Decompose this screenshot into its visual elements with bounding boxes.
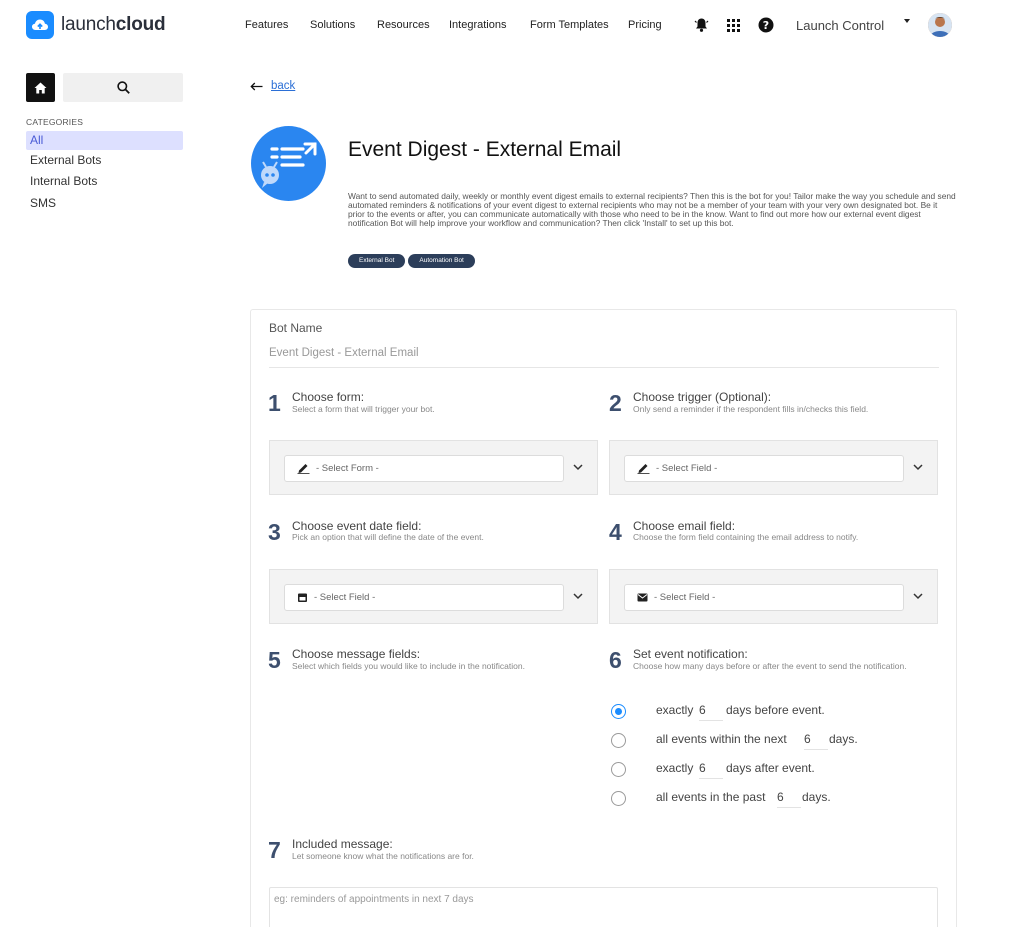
select-form-value: - Select Form - [316,463,379,474]
step-number: 6 [609,647,622,673]
step-number: 3 [268,519,281,545]
chevron-down-icon[interactable] [573,592,583,600]
option-prefix: all events within the next [656,732,787,746]
step-subtitle: Let someone know what the notifications … [292,851,474,861]
bot-description: Want to send automated daily, weekly or … [348,191,956,229]
step-title: Included message: [292,837,393,851]
notify-option-after[interactable]: exactly 6 days after event. [611,760,815,779]
nav-resources[interactable]: Resources [377,19,430,31]
select-email-dropdown[interactable]: - Select Field - [624,584,904,611]
chevron-down-icon[interactable] [904,19,910,23]
select-trigger-dropdown[interactable]: - Select Field - [624,455,904,482]
arrow-left-icon [250,82,263,90]
chevron-down-icon[interactable] [913,463,923,471]
pencil-icon [297,464,310,474]
option-prefix: exactly [656,761,694,775]
apps-grid-icon[interactable] [724,16,742,34]
sidebar-item-external-bots[interactable]: External Bots [26,151,183,170]
step-title: Choose message fields: [292,647,421,661]
choose-trigger-panel: - Select Field - [609,440,938,495]
choose-form-panel: - Select Form - [269,440,598,495]
days-input[interactable]: 6 [777,790,801,808]
days-input[interactable]: 6 [804,732,828,750]
home-icon [34,82,47,93]
email-field-panel: - Select Field - [609,569,938,624]
top-navbar: launchcloud Features Solutions Resources… [0,0,1024,52]
radio-button[interactable] [611,761,626,777]
radio-button[interactable] [611,703,626,719]
select-event-date-dropdown[interactable]: - Select Field - [284,584,564,611]
days-input[interactable]: 6 [699,761,723,779]
option-prefix: exactly [656,703,694,717]
days-input[interactable]: 6 [699,703,723,721]
notify-option-past[interactable]: all events in the past 6 days. [611,789,831,808]
step-number: 7 [268,837,281,863]
step-subtitle: Select a form that will trigger your bot… [292,404,435,414]
option-suffix: days before event. [726,703,825,717]
option-suffix: days. [829,732,858,746]
back-link[interactable]: back [250,80,295,92]
included-message-textarea[interactable]: eg: reminders of appointments in next 7 … [269,887,938,927]
option-suffix: days after event. [726,761,815,775]
sidebar-item-all[interactable]: All [26,131,183,150]
calendar-icon [298,593,307,602]
sidebar-item-sms[interactable]: SMS [26,194,183,213]
home-button[interactable] [26,73,55,102]
tag-automation-bot[interactable]: Automation Bot [408,254,475,268]
sidebar-item-internal-bots[interactable]: Internal Bots [26,172,183,191]
brand-name: launchcloud [61,14,166,35]
svg-text:?: ? [763,19,769,32]
step-number: 2 [609,390,622,416]
select-trigger-value: - Select Field - [656,463,718,474]
tag-external-bot[interactable]: External Bot [348,254,406,268]
step-title: Choose email field: [633,519,736,533]
step-number: 1 [268,390,281,416]
option-prefix: all events in the past [656,790,766,804]
step-subtitle: Pick an option that will define the date… [292,532,484,542]
step-number: 4 [609,519,622,545]
bot-name-label: Bot Name [269,321,323,335]
option-suffix: days. [802,790,831,804]
bot-name-input[interactable]: Event Digest - External Email [269,347,939,368]
step-subtitle: Select which fields you would like to in… [292,661,525,671]
nav-solutions[interactable]: Solutions [310,19,355,31]
envelope-icon [637,593,648,602]
nav-integrations[interactable]: Integrations [449,19,506,31]
avatar[interactable] [928,13,952,37]
pencil-icon [637,464,650,474]
notify-option-within-next[interactable]: all events within the next 6 days. [611,731,858,750]
radio-button[interactable] [611,790,626,806]
select-form-dropdown[interactable]: - Select Form - [284,455,564,482]
help-icon[interactable]: ? [757,16,775,34]
account-menu[interactable]: Launch Control [796,18,884,33]
page-title: Event Digest - External Email [348,138,622,161]
step-subtitle: Choose how many days before or after the… [633,661,907,671]
brand-logo[interactable]: launchcloud [26,11,166,39]
nav-pricing[interactable]: Pricing [628,19,662,31]
nav-features[interactable]: Features [245,19,288,31]
step-title: Set event notification: [633,647,748,661]
step-title: Choose trigger (Optional): [633,390,772,404]
step-title: Choose form: [292,390,365,404]
search-button[interactable] [63,73,183,102]
nav-form-templates[interactable]: Form Templates [530,19,609,31]
select-event-date-value: - Select Field - [314,592,376,603]
bell-icon[interactable] [692,16,710,34]
step-title: Choose event date field: [292,519,422,533]
select-email-value: - Select Field - [654,592,716,603]
back-label[interactable]: back [271,80,295,92]
notify-option-before[interactable]: exactly 6 days before event. [611,702,825,721]
chevron-down-icon[interactable] [913,592,923,600]
search-icon [116,81,130,94]
step-subtitle: Choose the form field containing the ema… [633,532,859,542]
step-subtitle: Only send a reminder if the respondent f… [633,404,869,414]
step-number: 5 [268,647,281,673]
event-date-panel: - Select Field - [269,569,598,624]
bot-list-icon [251,126,326,201]
cloud-upload-icon [26,11,54,39]
categories-heading: CATEGORIES [26,117,84,127]
chevron-down-icon[interactable] [573,463,583,471]
radio-button[interactable] [611,732,626,748]
tag-list: External Bot Automation Bot [348,254,475,268]
